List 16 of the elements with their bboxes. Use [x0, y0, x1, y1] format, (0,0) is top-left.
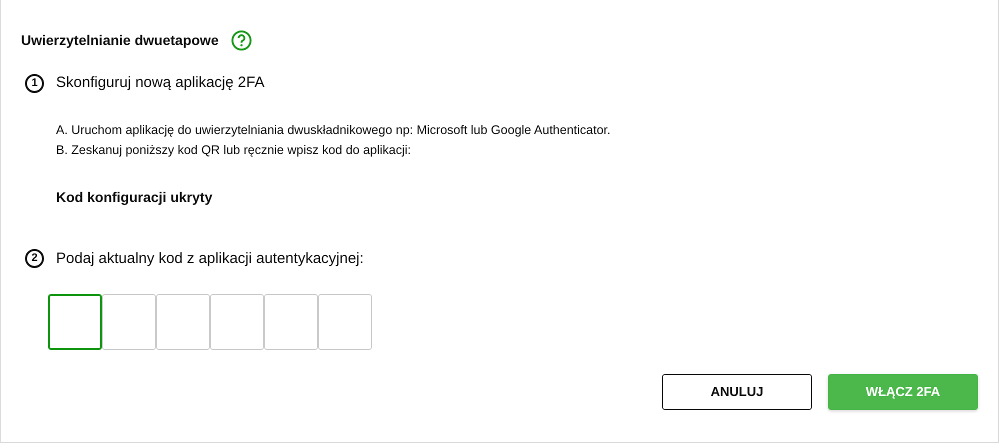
code-digit-field[interactable] — [156, 294, 210, 350]
hidden-code-label: Kod konfiguracji ukryty — [56, 188, 214, 207]
step-number: 1 — [25, 74, 44, 93]
code-digit-field[interactable] — [102, 294, 156, 350]
code-digit-field[interactable] — [264, 294, 318, 350]
help-icon[interactable] — [230, 30, 252, 51]
step-title: Podaj aktualny kod z aplikacji autentykacyjnej: — [56, 248, 364, 268]
instruction-text: B. Zeskanuj poniższy kod QR lub ręcznie wpisz kod do aplikacji: — [56, 142, 412, 159]
section-title: Uwierzytelnianie dwuetapowe — [21, 31, 219, 50]
code-digit-field[interactable] — [48, 294, 102, 350]
step-number: 2 — [25, 249, 44, 268]
step-title: Skonfiguruj nową aplikację 2FA — [56, 73, 264, 93]
code-digit-field[interactable] — [210, 294, 264, 350]
code-digit-field[interactable] — [318, 294, 372, 350]
cancel-button[interactable]: ANULUJ — [662, 374, 812, 410]
instruction-text: A. Uruchom aplikację do uwierzytelniania dwuskładnikowego np: Microsoft lub Google Authenticator. — [56, 122, 612, 139]
